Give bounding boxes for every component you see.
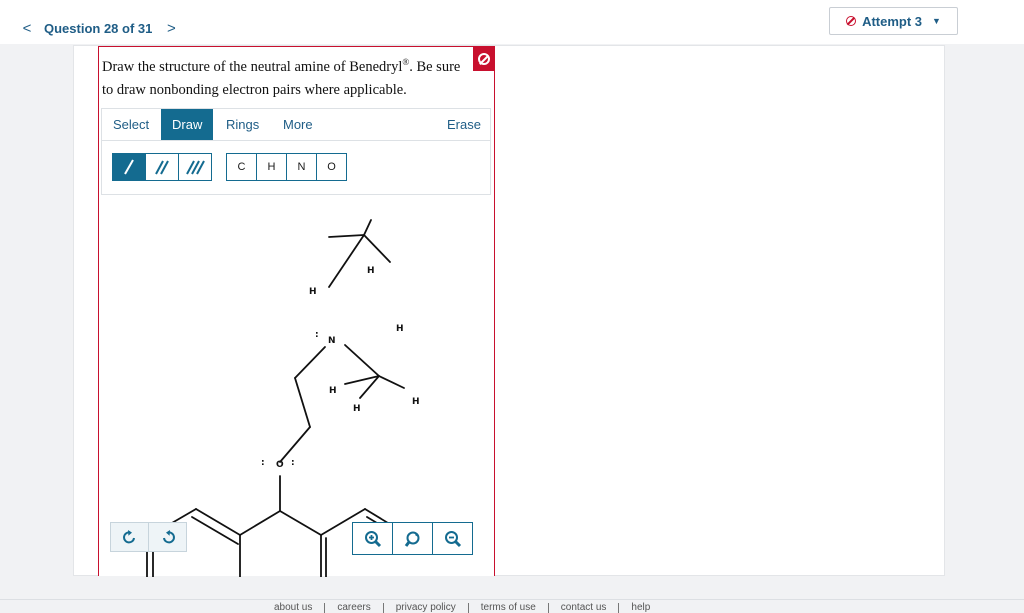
atom-label: O	[276, 460, 284, 470]
undo-icon	[122, 530, 135, 544]
top-bar: < Question 28 of 31 > Attempt 3 ▼	[0, 0, 1024, 44]
redo-button[interactable]	[148, 522, 187, 552]
zoom-in-button[interactable]	[352, 522, 393, 555]
double-bond-button[interactable]	[145, 153, 179, 181]
no-entry-icon	[477, 53, 490, 65]
question-nav: < Question 28 of 31 >	[18, 20, 180, 37]
reset-zoom-button[interactable]	[392, 522, 433, 555]
atom-label: H	[309, 287, 317, 297]
question-text: Draw the structure of the neutral amine …	[102, 58, 403, 75]
question-prompt: Draw the structure of the neutral amine …	[102, 51, 472, 102]
zoom-controls	[352, 522, 473, 555]
atom-o-button[interactable]: O	[316, 153, 347, 181]
atom-h-button[interactable]: H	[256, 153, 287, 181]
tab-select[interactable]: Select	[113, 109, 149, 140]
triple-bond-button[interactable]	[178, 153, 212, 181]
footer-link-help[interactable]: help	[618, 603, 662, 613]
lone-pair: :	[315, 330, 319, 340]
atom-c-button[interactable]: C	[226, 153, 257, 181]
attempt-dropdown[interactable]: Attempt 3 ▼	[829, 7, 958, 35]
tab-more[interactable]: More	[283, 109, 313, 140]
atom-label: N	[328, 336, 336, 346]
next-question-button[interactable]: >	[162, 20, 180, 37]
footer-link-terms[interactable]: terms of use	[467, 603, 548, 613]
footer-links: about us careers privacy policy terms of…	[262, 603, 662, 613]
reset-zoom-icon	[404, 531, 419, 547]
bond-tools	[112, 153, 212, 181]
single-bond-icon	[124, 159, 134, 175]
tab-draw[interactable]: Draw	[161, 109, 214, 140]
history-controls	[110, 522, 187, 552]
undo-button[interactable]	[110, 522, 149, 552]
atom-tools: C H N O	[226, 153, 347, 181]
lone-pair: :	[291, 458, 295, 468]
zoom-out-button[interactable]	[432, 522, 473, 555]
footer: about us careers privacy policy terms of…	[0, 599, 1024, 613]
molecule-drawing: H H H N : H H H O : :	[146, 219, 420, 578]
zoom-in-icon	[364, 530, 381, 547]
triple-bond-icon	[186, 160, 205, 175]
zoom-out-icon	[444, 530, 461, 547]
redo-icon	[162, 530, 175, 544]
tab-rings[interactable]: Rings	[226, 109, 259, 140]
attempt-label: Attempt 3	[862, 13, 923, 29]
drawing-canvas[interactable]: H H H N : H H H O : :	[100, 197, 493, 578]
single-bond-button[interactable]	[112, 153, 146, 181]
atom-label: H	[396, 324, 404, 334]
prev-question-button[interactable]: <	[18, 20, 36, 37]
question-box: Draw the structure of the neutral amine …	[98, 46, 495, 578]
footer-link-contact[interactable]: contact us	[547, 603, 619, 613]
double-bond-icon	[155, 160, 169, 175]
no-entry-icon	[846, 16, 857, 26]
draw-toolbar: C H N O	[101, 141, 491, 195]
caret-down-icon: ▼	[932, 16, 941, 26]
atom-label: H	[367, 266, 375, 276]
atom-n-button[interactable]: N	[286, 153, 317, 181]
footer-link-about[interactable]: about us	[262, 603, 324, 613]
atom-label: H	[412, 397, 420, 407]
question-counter: Question 28 of 31	[44, 21, 153, 36]
erase-button[interactable]: Erase	[447, 109, 481, 140]
lone-pair: :	[261, 458, 265, 468]
incorrect-marker[interactable]	[473, 47, 494, 71]
footer-link-careers[interactable]: careers	[324, 603, 382, 613]
sketcher-tabs: Select Draw Rings More Erase	[101, 108, 491, 141]
atom-label: H	[329, 386, 337, 396]
atom-label: H	[353, 404, 361, 414]
footer-link-privacy[interactable]: privacy policy	[382, 603, 468, 613]
